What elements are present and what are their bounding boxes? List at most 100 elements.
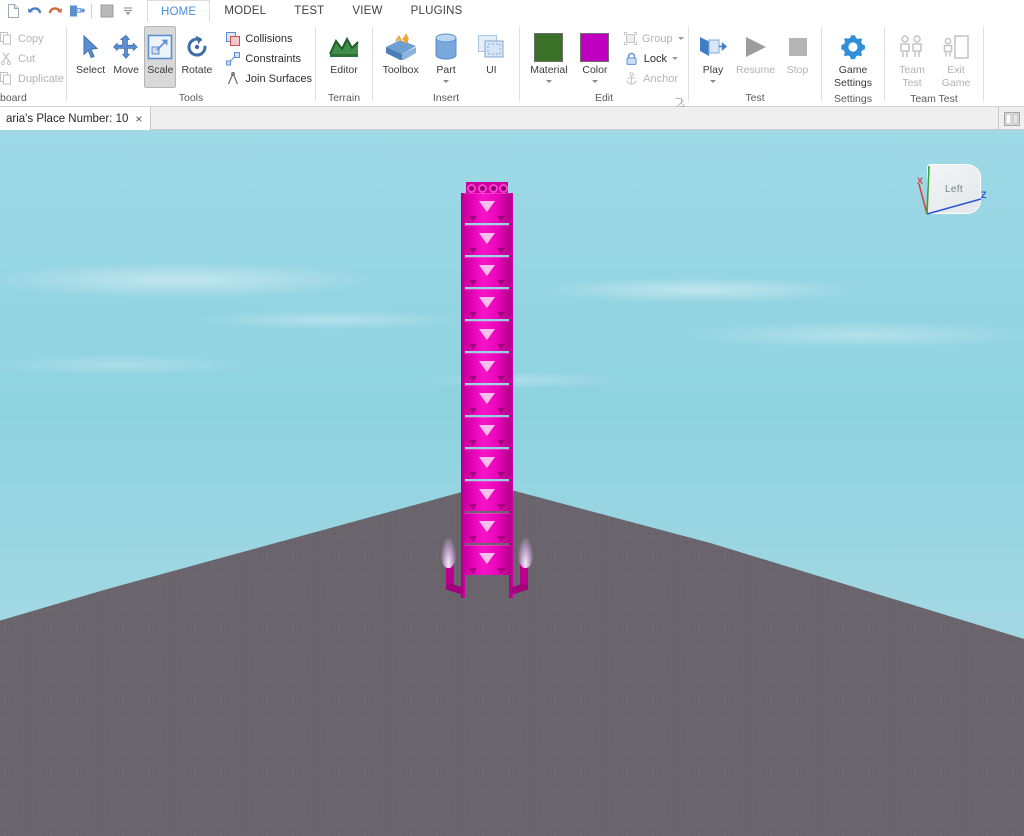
terrain-editor-button[interactable]: Editor	[322, 26, 366, 88]
undo-icon[interactable]	[25, 2, 44, 20]
lock-icon	[624, 51, 639, 66]
edit-dialog-launcher[interactable]	[675, 95, 685, 108]
chevron-down-icon[interactable]	[672, 57, 678, 60]
tower-block	[464, 353, 510, 383]
team-test-line1: Team	[899, 64, 925, 76]
3d-viewport[interactable]: Left X Z	[0, 130, 1024, 836]
panel-layout-icon[interactable]	[998, 107, 1024, 130]
ribbon-group-tools: Select Move Scale Rotate Collisions Cons…	[67, 22, 315, 107]
team-test-icon	[898, 31, 926, 63]
ribbon-group-team-test: Team Test Exit Game Team Test	[885, 22, 983, 107]
rotate-icon	[184, 31, 210, 63]
publish-icon[interactable]	[67, 2, 86, 20]
group-icon	[624, 31, 637, 46]
document-tab-place[interactable]: aria's Place Number: 10 ×	[0, 107, 152, 130]
constraints-icon	[225, 51, 240, 66]
ribbon-tab-plugins[interactable]: PLUGINS	[397, 0, 477, 22]
duplicate-button[interactable]: Duplicate	[0, 69, 68, 88]
exit-game-line1: Exit	[947, 64, 965, 76]
terrain-editor-label: Editor	[330, 64, 358, 76]
group-label-settings: Settings	[834, 93, 872, 105]
rocket-tower-model[interactable]	[441, 182, 533, 598]
tower-ring	[499, 184, 508, 193]
chevron-down-icon[interactable]	[677, 37, 684, 40]
ribbon-group-insert: Toolbox Part UI Insert	[373, 22, 519, 107]
ui-button[interactable]: UI	[470, 26, 513, 88]
tower-block	[464, 385, 510, 415]
rotate-tool-button[interactable]: Rotate	[178, 26, 215, 88]
redo-icon[interactable]	[46, 2, 65, 20]
scale-tool-label: Scale	[147, 64, 174, 76]
exit-game-icon	[942, 31, 970, 63]
close-icon[interactable]: ×	[135, 113, 142, 125]
select-tool-label: Select	[76, 64, 106, 76]
qat-overflow-icon[interactable]	[118, 2, 137, 20]
tower-ring	[478, 184, 487, 193]
ribbon-group-clipboard: Copy Cut Duplicate board	[0, 22, 66, 107]
chevron-down-icon[interactable]	[710, 80, 716, 83]
join-surfaces-button[interactable]: Join Surfaces	[221, 69, 316, 88]
stop-square-icon[interactable]	[97, 2, 116, 20]
tower-block	[464, 193, 510, 223]
color-button[interactable]: Color	[574, 26, 616, 88]
tower-block	[464, 257, 510, 287]
scale-tool-button[interactable]: Scale	[144, 26, 177, 88]
stop-button[interactable]: Stop	[780, 26, 815, 88]
color-label: Color	[582, 64, 608, 76]
collisions-icon	[225, 31, 240, 46]
material-button[interactable]: Material	[526, 26, 572, 88]
tower-ring	[489, 184, 498, 193]
game-settings-line1: Game	[838, 64, 868, 76]
select-tool-button[interactable]: Select	[73, 26, 108, 88]
game-settings-button[interactable]: Game Settings	[828, 26, 878, 92]
copy-button[interactable]: Copy	[0, 29, 68, 48]
scale-icon	[147, 31, 173, 63]
toolbox-button[interactable]: Toolbox	[379, 26, 422, 88]
collisions-label: Collisions	[245, 32, 293, 45]
lock-label: Lock	[643, 52, 667, 65]
gear-icon	[839, 31, 867, 63]
material-label: Material	[530, 64, 568, 76]
qat-separator	[91, 4, 92, 18]
lock-button[interactable]: Lock	[620, 49, 682, 68]
color-swatch-icon	[580, 31, 610, 63]
ribbon-group-terrain: Editor Terrain	[316, 22, 372, 107]
chevron-down-icon[interactable]	[442, 80, 449, 83]
ribbon-group-edit: Material Color Group Lock Anchor Edit	[520, 22, 688, 108]
ribbon-tab-model[interactable]: MODEL	[210, 0, 280, 22]
copy-label: Copy	[18, 32, 44, 45]
ribbon-tab-test[interactable]: TEST	[280, 0, 338, 22]
ribbon-tab-view[interactable]: VIEW	[338, 0, 396, 22]
cut-button[interactable]: Cut	[0, 49, 68, 68]
play-button[interactable]: Play	[695, 26, 731, 88]
exit-game-line2: Game	[941, 77, 971, 89]
ribbon-tab-home[interactable]: HOME	[147, 0, 211, 22]
team-test-button[interactable]: Team Test	[891, 26, 933, 92]
stop-square-icon	[786, 31, 810, 63]
constraints-button[interactable]: Constraints	[221, 49, 316, 68]
move-arrows-icon	[113, 31, 139, 63]
collisions-button[interactable]: Collisions	[221, 29, 316, 48]
resume-button[interactable]: Resume	[733, 26, 778, 88]
team-test-line2: Test	[902, 77, 922, 89]
group-button[interactable]: Group	[620, 29, 684, 48]
cursor-arrow-icon	[80, 31, 102, 63]
chevron-down-icon[interactable]	[545, 80, 552, 83]
toolbox-label: Toolbox	[382, 64, 419, 76]
anchor-button[interactable]: Anchor	[620, 69, 682, 88]
exit-game-button[interactable]: Exit Game	[935, 26, 977, 92]
group-label-terrain: Terrain	[327, 92, 361, 104]
cut-label: Cut	[18, 52, 36, 65]
new-file-icon[interactable]	[4, 2, 23, 20]
group-label-test: Test	[745, 92, 765, 104]
move-tool-button[interactable]: Move	[110, 26, 142, 88]
copy-icon	[0, 31, 13, 46]
part-button[interactable]: Part	[424, 26, 467, 88]
tower-block	[464, 417, 510, 447]
chevron-down-icon[interactable]	[591, 80, 598, 83]
view-cube[interactable]: Left X Z	[905, 152, 1005, 237]
ui-label: UI	[486, 64, 497, 76]
play-label: Play	[702, 64, 724, 76]
tower-block	[464, 449, 510, 479]
anchor-icon	[624, 71, 638, 86]
